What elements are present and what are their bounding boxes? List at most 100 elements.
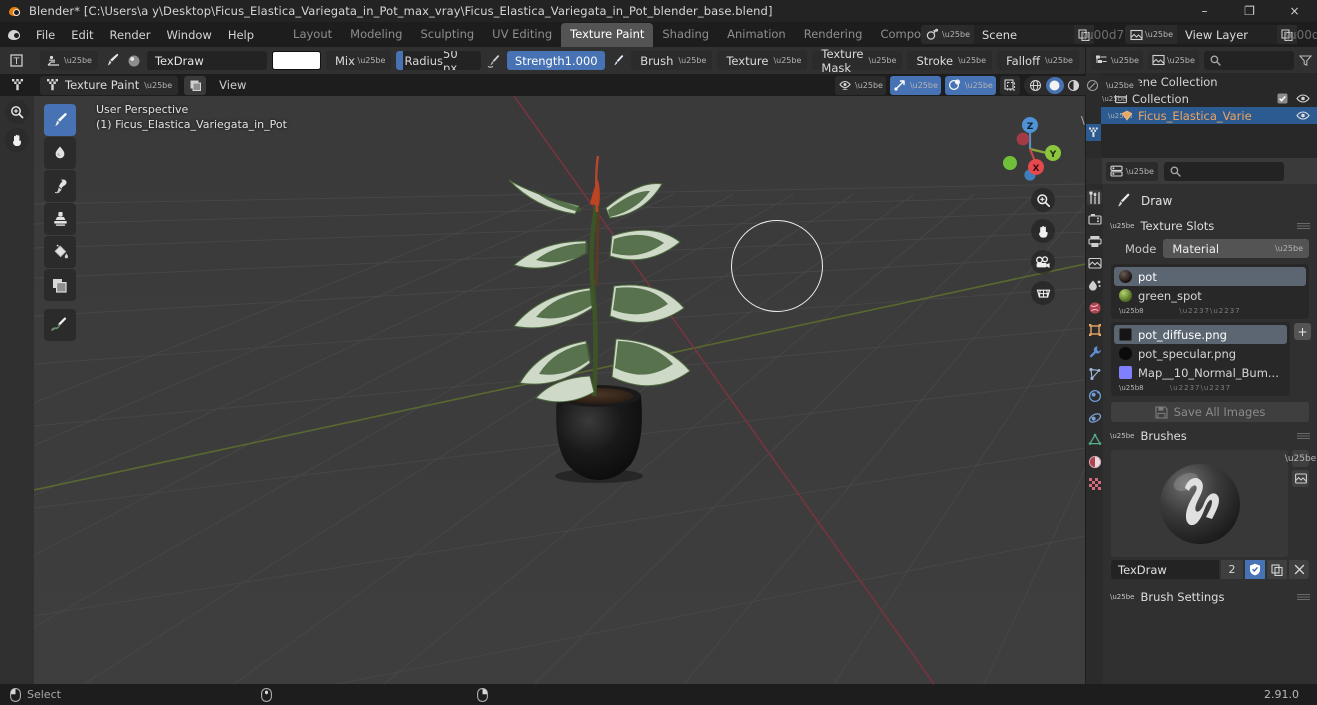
- list-item[interactable]: Map__10_Normal_Bum...: [1114, 363, 1287, 382]
- shield-icon[interactable]: [1245, 560, 1265, 579]
- tab-modeling[interactable]: Modeling: [341, 23, 411, 47]
- brush-name-field[interactable]: TexDraw: [1111, 560, 1219, 579]
- close-button[interactable]: ×: [1272, 0, 1317, 22]
- tab-physics-properties[interactable]: [1087, 388, 1102, 403]
- view-axis-gizmo[interactable]: Z Y X: [993, 112, 1067, 186]
- tab-output-properties[interactable]: [1087, 234, 1102, 249]
- tab-uv-editing[interactable]: UV Editing: [483, 23, 561, 47]
- maximize-button[interactable]: ❐: [1227, 0, 1272, 22]
- tab-render-properties[interactable]: [1087, 212, 1102, 227]
- scene-browse-icon[interactable]: \u25be: [921, 25, 974, 44]
- tab-material-properties[interactable]: [1087, 454, 1102, 469]
- tab-object-properties[interactable]: [1087, 322, 1102, 337]
- brushes-panel-header[interactable]: \u25be Brushes: [1103, 426, 1317, 446]
- left-strip-editor-type[interactable]: T: [0, 47, 34, 74]
- radius-pressure-icon[interactable]: [486, 51, 502, 71]
- panel-collapse-triangle-icon[interactable]: \u25be: [1110, 222, 1134, 230]
- blend-mode-dropdown[interactable]: Mix \u25be: [325, 51, 392, 70]
- outliner-editor-type-icon[interactable]: \u25be: [1091, 50, 1143, 70]
- rendered-shading-button[interactable]: [1084, 77, 1102, 94]
- fill-tool[interactable]: [44, 236, 76, 268]
- sidebar-collapse-arrow-icon[interactable]: \u276e: [1081, 114, 1085, 127]
- solid-shading-button[interactable]: [1045, 76, 1064, 94]
- wireframe-shading-button[interactable]: [1027, 77, 1045, 94]
- outliner-search-input[interactable]: [1203, 50, 1294, 70]
- texture-slots-panel-header[interactable]: \u25be Texture Slots: [1103, 216, 1317, 236]
- list-resize-grip-icon[interactable]: \u2237\u2237: [1170, 384, 1231, 392]
- draw-tool[interactable]: [44, 104, 76, 136]
- tab-constraint-properties[interactable]: [1087, 410, 1102, 425]
- tab-viewlayer-properties[interactable]: [1087, 256, 1102, 271]
- minimize-button[interactable]: –: [1182, 0, 1227, 22]
- list-item[interactable]: pot_diffuse.png: [1114, 325, 1287, 344]
- brush-color-swatch[interactable]: [271, 51, 321, 70]
- texture-menu[interactable]: Texture \u25be: [717, 51, 808, 70]
- strength-pressure-icon[interactable]: [610, 51, 626, 71]
- annotate-tool[interactable]: [44, 309, 76, 341]
- tab-data-properties[interactable]: [1087, 432, 1102, 447]
- blender-menu-icon[interactable]: [7, 27, 22, 42]
- menu-render[interactable]: Render: [102, 25, 159, 45]
- tab-rendering[interactable]: Rendering: [795, 23, 872, 47]
- brush-user-count[interactable]: 2: [1221, 560, 1243, 579]
- active-tool-brush-icon[interactable]: [103, 51, 121, 71]
- tab-scene-properties[interactable]: [1087, 278, 1102, 293]
- tab-texture-paint[interactable]: Texture Paint: [561, 23, 654, 47]
- checkbox-icon[interactable]: [1277, 93, 1288, 104]
- material-list-footer[interactable]: \u25b8 \u2237\u2237: [1114, 305, 1306, 317]
- eye-icon[interactable]: [1296, 93, 1310, 104]
- menu-file[interactable]: File: [28, 25, 63, 45]
- brush-settings-panel-header[interactable]: \u25be Brush Settings: [1103, 587, 1317, 607]
- camera-icon[interactable]: [1031, 250, 1055, 274]
- list-expand-triangle-icon[interactable]: \u25b8: [1119, 384, 1144, 392]
- tab-tool-properties[interactable]: [1087, 190, 1102, 205]
- ortho-icon[interactable]: [1031, 281, 1055, 305]
- editor-type-button[interactable]: \u25be: [40, 51, 98, 70]
- list-item[interactable]: pot_specular.png: [1114, 344, 1287, 363]
- menu-edit[interactable]: Edit: [63, 25, 101, 45]
- brush-menu[interactable]: Brush \u25be: [631, 51, 713, 70]
- menu-help[interactable]: Help: [220, 25, 262, 45]
- save-all-images-button[interactable]: Save All Images: [1111, 402, 1309, 422]
- copy-icon[interactable]: [1267, 560, 1287, 579]
- outliner-display-mode-icon[interactable]: \u25be: [1147, 50, 1199, 70]
- strength-slider[interactable]: Strength 1.000: [506, 51, 606, 70]
- tab-animation[interactable]: Animation: [718, 23, 795, 47]
- viewlayer-name-field[interactable]: View Layer: [1177, 25, 1277, 44]
- x-icon[interactable]: [1289, 560, 1309, 579]
- texture-slots-mode-dropdown[interactable]: Material \u25be: [1163, 239, 1309, 258]
- tab-particle-properties[interactable]: [1087, 366, 1102, 381]
- soften-tool[interactable]: [44, 137, 76, 169]
- viewlayer-browse-icon[interactable]: \u25be: [1125, 25, 1177, 44]
- pan-icon[interactable]: [1031, 219, 1055, 243]
- panel-collapse-triangle-icon[interactable]: \u25be: [1110, 432, 1134, 440]
- outliner-filter-icon[interactable]: [1299, 54, 1312, 67]
- panel-collapse-triangle-icon[interactable]: \u25be: [1110, 593, 1134, 601]
- mask-tool[interactable]: [44, 269, 76, 301]
- list-expand-triangle-icon[interactable]: \u25b8: [1119, 307, 1144, 315]
- tab-world-properties[interactable]: [1087, 300, 1102, 315]
- properties-search-input[interactable]: [1163, 161, 1284, 181]
- remove-viewlayer-icon[interactable]: \u00d7: [1285, 25, 1317, 44]
- interaction-mode-dropdown[interactable]: Texture Paint \u25be: [40, 75, 179, 95]
- falloff-menu[interactable]: Falloff \u25be: [997, 51, 1079, 70]
- paint-mask-toggle-icon[interactable]: [184, 75, 207, 95]
- menu-window[interactable]: Window: [158, 25, 219, 45]
- xray-toggle[interactable]: [999, 75, 1020, 95]
- eye-icon[interactable]: [1296, 110, 1310, 121]
- brush-name-field[interactable]: TexDraw: [146, 51, 267, 70]
- left-strip-mode-icon[interactable]: [0, 74, 34, 96]
- brush-preview-icon[interactable]: [126, 51, 142, 71]
- expand-triangle-icon[interactable]: \u25b8: [1108, 112, 1133, 120]
- tab-shading[interactable]: Shading: [653, 23, 718, 47]
- 3d-viewport[interactable]: User Perspective (1) Ficus_Elastica_Vari…: [34, 96, 1085, 684]
- list-item[interactable]: pot: [1114, 267, 1306, 286]
- tab-modifier-properties[interactable]: [1087, 344, 1102, 359]
- outliner-row-ficus-object[interactable]: \u25b8 Ficus_Elastica_Varie: [1086, 107, 1317, 124]
- visibility-overlay-dropdown[interactable]: \u25be: [835, 75, 886, 95]
- smear-tool[interactable]: [44, 170, 76, 202]
- tab-sculpting[interactable]: Sculpting: [411, 23, 483, 47]
- add-texture-slot-button[interactable]: +: [1294, 323, 1311, 340]
- left-strip-pan-icon[interactable]: [5, 128, 29, 152]
- tab-texture-properties[interactable]: [1087, 476, 1102, 491]
